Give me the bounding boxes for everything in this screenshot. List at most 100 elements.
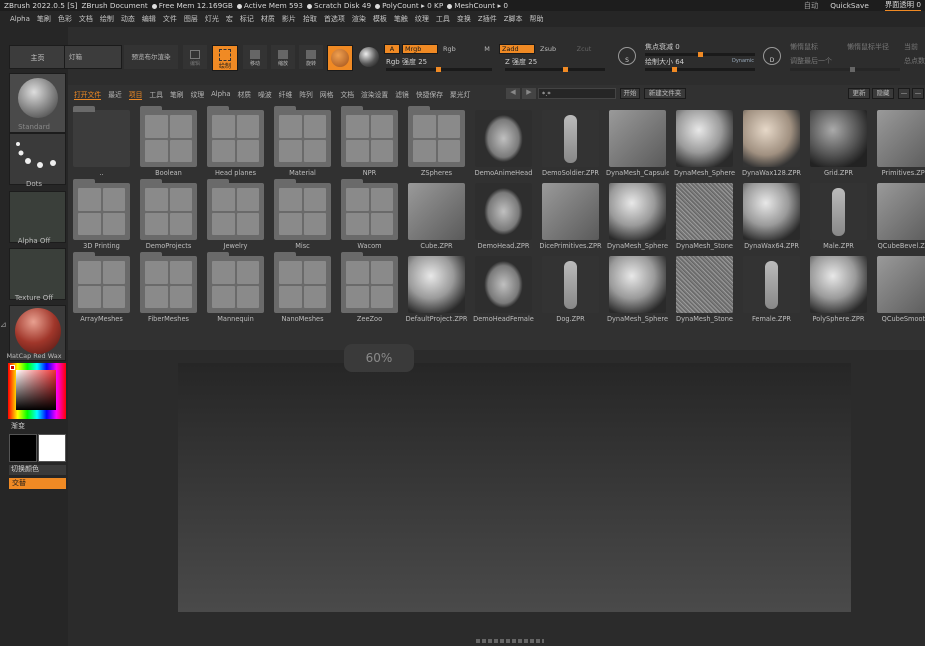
mrgb-toggle[interactable]: Mrgb — [402, 44, 438, 54]
menu-item[interactable]: 宏 — [226, 14, 233, 24]
lightbox-item[interactable]: DemoHead.ZPR — [475, 183, 532, 250]
rgb-intensity-slider[interactable] — [386, 67, 492, 72]
quicksave-button[interactable]: QuickSave — [830, 1, 869, 10]
menu-item[interactable]: 灯光 — [205, 14, 219, 24]
lightbox-search-input[interactable] — [538, 88, 616, 99]
menu-item[interactable]: 标记 — [240, 14, 254, 24]
lightbox-item[interactable]: .. — [73, 106, 130, 177]
lightbox-tab[interactable]: 渲染设置 — [361, 89, 388, 99]
color-picker[interactable] — [8, 363, 66, 419]
home-button[interactable]: 主页 — [9, 45, 66, 69]
lightbox-tab[interactable]: 项目 — [128, 89, 143, 100]
lightbox-item[interactable]: DynaMesh_Sphere — [607, 256, 668, 323]
document-canvas[interactable] — [178, 363, 851, 612]
lightbox-tab[interactable]: 笔刷 — [170, 89, 184, 99]
color-sphere-icon[interactable] — [359, 47, 379, 67]
menu-item[interactable]: 笔触 — [394, 14, 408, 24]
lightbox-item[interactable]: Primitives.ZPR — [877, 110, 925, 177]
menu-item[interactable]: 图层 — [184, 14, 198, 24]
lightbox-item[interactable]: DynaMesh_Stone — [676, 256, 733, 323]
lightbox-item[interactable]: DynaMesh_Capsule — [606, 110, 669, 177]
lightbox-item[interactable]: Mannequin — [207, 252, 264, 323]
lightbox-item[interactable]: DynaMesh_Sphere — [674, 110, 735, 177]
draw-button[interactable]: 绘制 — [212, 45, 238, 71]
ui-transparency-slider[interactable]: 界面透明 0 — [884, 0, 921, 12]
lightbox-tab[interactable]: Alpha — [211, 90, 230, 98]
hide-button[interactable]: 隐藏 — [872, 88, 894, 99]
menu-item[interactable]: 首选项 — [324, 14, 345, 24]
lightbox-item[interactable]: DemoAnimeHead — [475, 110, 532, 177]
scale-button[interactable]: 缩放 — [271, 45, 295, 69]
menu-item[interactable]: 文档 — [79, 14, 93, 24]
lightbox-tab[interactable]: 打开文件 — [74, 89, 102, 100]
minimize-icon[interactable]: — — [912, 88, 924, 99]
lightbox-item[interactable]: DefaultProject.ZPR — [406, 256, 467, 323]
lightbox-item[interactable]: Cube.ZPR — [408, 183, 465, 250]
zadd-toggle[interactable]: Zadd — [499, 44, 535, 54]
lightbox-item[interactable]: ZeeZoo — [341, 252, 398, 323]
lightbox-tab[interactable]: 工具 — [149, 89, 163, 99]
menu-item[interactable]: 帮助 — [530, 14, 544, 24]
new-folder-button[interactable]: 新建文件夹 — [644, 88, 686, 99]
rotate-button[interactable]: 旋转 — [299, 45, 323, 69]
primary-color-swatch[interactable] — [9, 434, 37, 462]
menu-item[interactable]: 纹理 — [415, 14, 429, 24]
menu-item[interactable]: Alpha — [10, 15, 30, 23]
auto-label[interactable]: 自动 — [804, 1, 819, 11]
menu-item[interactable]: Z插件 — [478, 14, 497, 24]
secondary-color-swatch[interactable] — [38, 434, 66, 462]
menu-item[interactable]: 色彩 — [58, 14, 72, 24]
lightbox-item[interactable]: Material — [274, 106, 331, 177]
left-collapse-arrow-icon[interactable]: ⊿ — [0, 320, 7, 329]
lightbox-tab[interactable]: 聚光灯 — [450, 89, 470, 99]
draw-size-slider[interactable] — [645, 67, 755, 72]
lightbox-button[interactable]: 灯箱 — [64, 45, 122, 69]
collapse-icon[interactable]: — — [898, 88, 910, 99]
lightbox-tab[interactable]: 快捷保存 — [416, 89, 443, 99]
lightbox-item[interactable]: DynaMesh_Stone — [676, 183, 733, 250]
dynamic-toggle[interactable]: Dynamic — [732, 59, 754, 64]
lightbox-item[interactable]: DicePrimitives.ZPR — [539, 183, 602, 250]
zsub-toggle[interactable]: Zsub — [537, 44, 571, 54]
swap-color-button[interactable]: 切换颜色 — [9, 465, 66, 475]
nav-next-icon[interactable]: ▶ — [522, 88, 536, 99]
menu-item[interactable]: 渲染 — [352, 14, 366, 24]
menu-item[interactable]: 动态 — [121, 14, 135, 24]
move-button[interactable]: 移动 — [243, 45, 267, 69]
edit-button[interactable]: 编辑 — [183, 45, 207, 69]
lightbox-tab[interactable]: 网格 — [320, 89, 334, 99]
gradient-label[interactable]: 渐变 — [11, 423, 25, 430]
lightbox-tab[interactable]: 阵列 — [299, 89, 313, 99]
lazy-mouse-icon[interactable]: D — [763, 47, 781, 65]
texture-selector[interactable] — [9, 248, 66, 300]
menu-item[interactable]: 材质 — [261, 14, 275, 24]
color-square[interactable] — [16, 370, 56, 410]
zcut-toggle[interactable]: Zcut — [573, 44, 595, 54]
lightbox-tab[interactable]: 滤镜 — [395, 89, 409, 99]
material-preview-button[interactable] — [327, 45, 353, 71]
lightbox-item[interactable]: QCubeBevel.ZPR — [877, 183, 925, 250]
lightbox-item[interactable]: Head planes — [207, 106, 264, 177]
m-toggle[interactable]: M — [479, 44, 495, 54]
lightbox-item[interactable]: NanoMeshes — [274, 252, 331, 323]
lightbox-tab[interactable]: 最近 — [108, 89, 122, 99]
lightbox-tab[interactable]: 材质 — [237, 89, 251, 99]
lightbox-item[interactable]: Female.ZPR — [743, 256, 800, 323]
lightbox-item[interactable]: Wacom — [341, 179, 398, 250]
lightbox-item[interactable]: FiberMeshes — [140, 252, 197, 323]
lightbox-tab[interactable]: 噪波 — [258, 89, 272, 99]
lightbox-item[interactable]: ZSpheres — [408, 106, 465, 177]
menu-item[interactable]: 绘制 — [100, 14, 114, 24]
menu-item[interactable]: 文件 — [163, 14, 177, 24]
preview-boolean-button[interactable]: 预览布尔渲染 — [124, 45, 178, 69]
lightbox-tab[interactable]: 纤维 — [279, 89, 293, 99]
menu-item[interactable]: 影片 — [282, 14, 296, 24]
lightbox-item[interactable]: Grid.ZPR — [810, 110, 867, 177]
lightbox-item[interactable]: ArrayMeshes — [73, 252, 130, 323]
alternate-button[interactable]: 交替 — [9, 478, 66, 489]
menu-item[interactable]: 拾取 — [303, 14, 317, 24]
lightbox-item[interactable]: Male.ZPR — [810, 183, 867, 250]
rgb-toggle[interactable]: Rgb — [440, 44, 478, 54]
a-toggle[interactable]: A — [384, 44, 400, 54]
lightbox-item[interactable]: DemoHeadFemale — [473, 256, 534, 323]
